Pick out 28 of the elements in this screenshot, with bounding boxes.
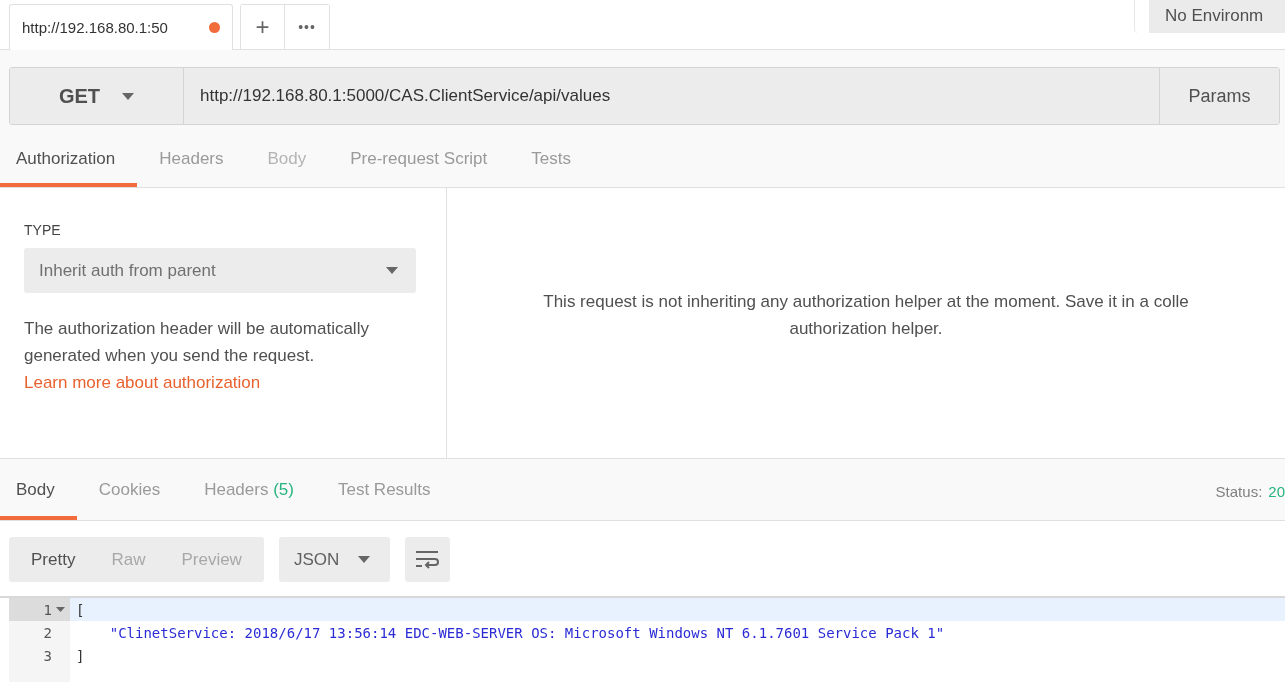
fold-caret-icon[interactable]	[56, 607, 65, 612]
status-label: Status:	[1215, 482, 1263, 500]
auth-message: This request is not inheriting any authorization helper at the moment. Save it in a colle authorization helper.	[542, 291, 1190, 340]
environment-selector[interactable]: No Environm	[1134, 0, 1285, 33]
request-tab[interactable]: http://192.168.80.1:50	[9, 4, 233, 50]
wrap-icon	[415, 549, 440, 570]
status-code: 20	[1268, 482, 1285, 500]
code-line: [	[75, 601, 85, 618]
tab-title: http://192.168.80.1:50	[22, 19, 169, 36]
wrap-lines-button[interactable]	[404, 537, 450, 582]
format-dropdown[interactable]: JSON	[278, 537, 390, 582]
request-section-tab[interactable]: Authorization	[0, 130, 138, 187]
code-line: ]	[75, 647, 85, 664]
line-number: 1	[43, 601, 52, 618]
auth-description: The authorization header will be automatically generated when you send the request. Learn more about authorization	[24, 318, 370, 394]
caret-icon	[357, 556, 370, 563]
learn-more-link[interactable]: Learn more about authorization	[24, 373, 261, 392]
new-tab-button[interactable]: +	[241, 5, 285, 49]
line-number: 2	[43, 624, 52, 641]
response-section-tab[interactable]: Cookies	[76, 459, 183, 520]
type-label: TYPE	[24, 222, 62, 238]
code-line: "ClinetService: 2018/6/17 13:56:14 EDC-WEB-SERVER OS: Microsoft Windows NT 6.1.7601 Service Pack 1"	[108, 624, 945, 641]
line-number: 3	[43, 647, 52, 664]
caret-icon	[386, 267, 398, 274]
auth-type-dropdown[interactable]: Inherit auth from parent	[24, 248, 416, 293]
request-section-tab[interactable]: Pre-request Script	[328, 130, 510, 187]
response-section-tab[interactable]: Body	[0, 459, 77, 520]
view-mode-tab[interactable]: Pretty	[13, 537, 94, 582]
